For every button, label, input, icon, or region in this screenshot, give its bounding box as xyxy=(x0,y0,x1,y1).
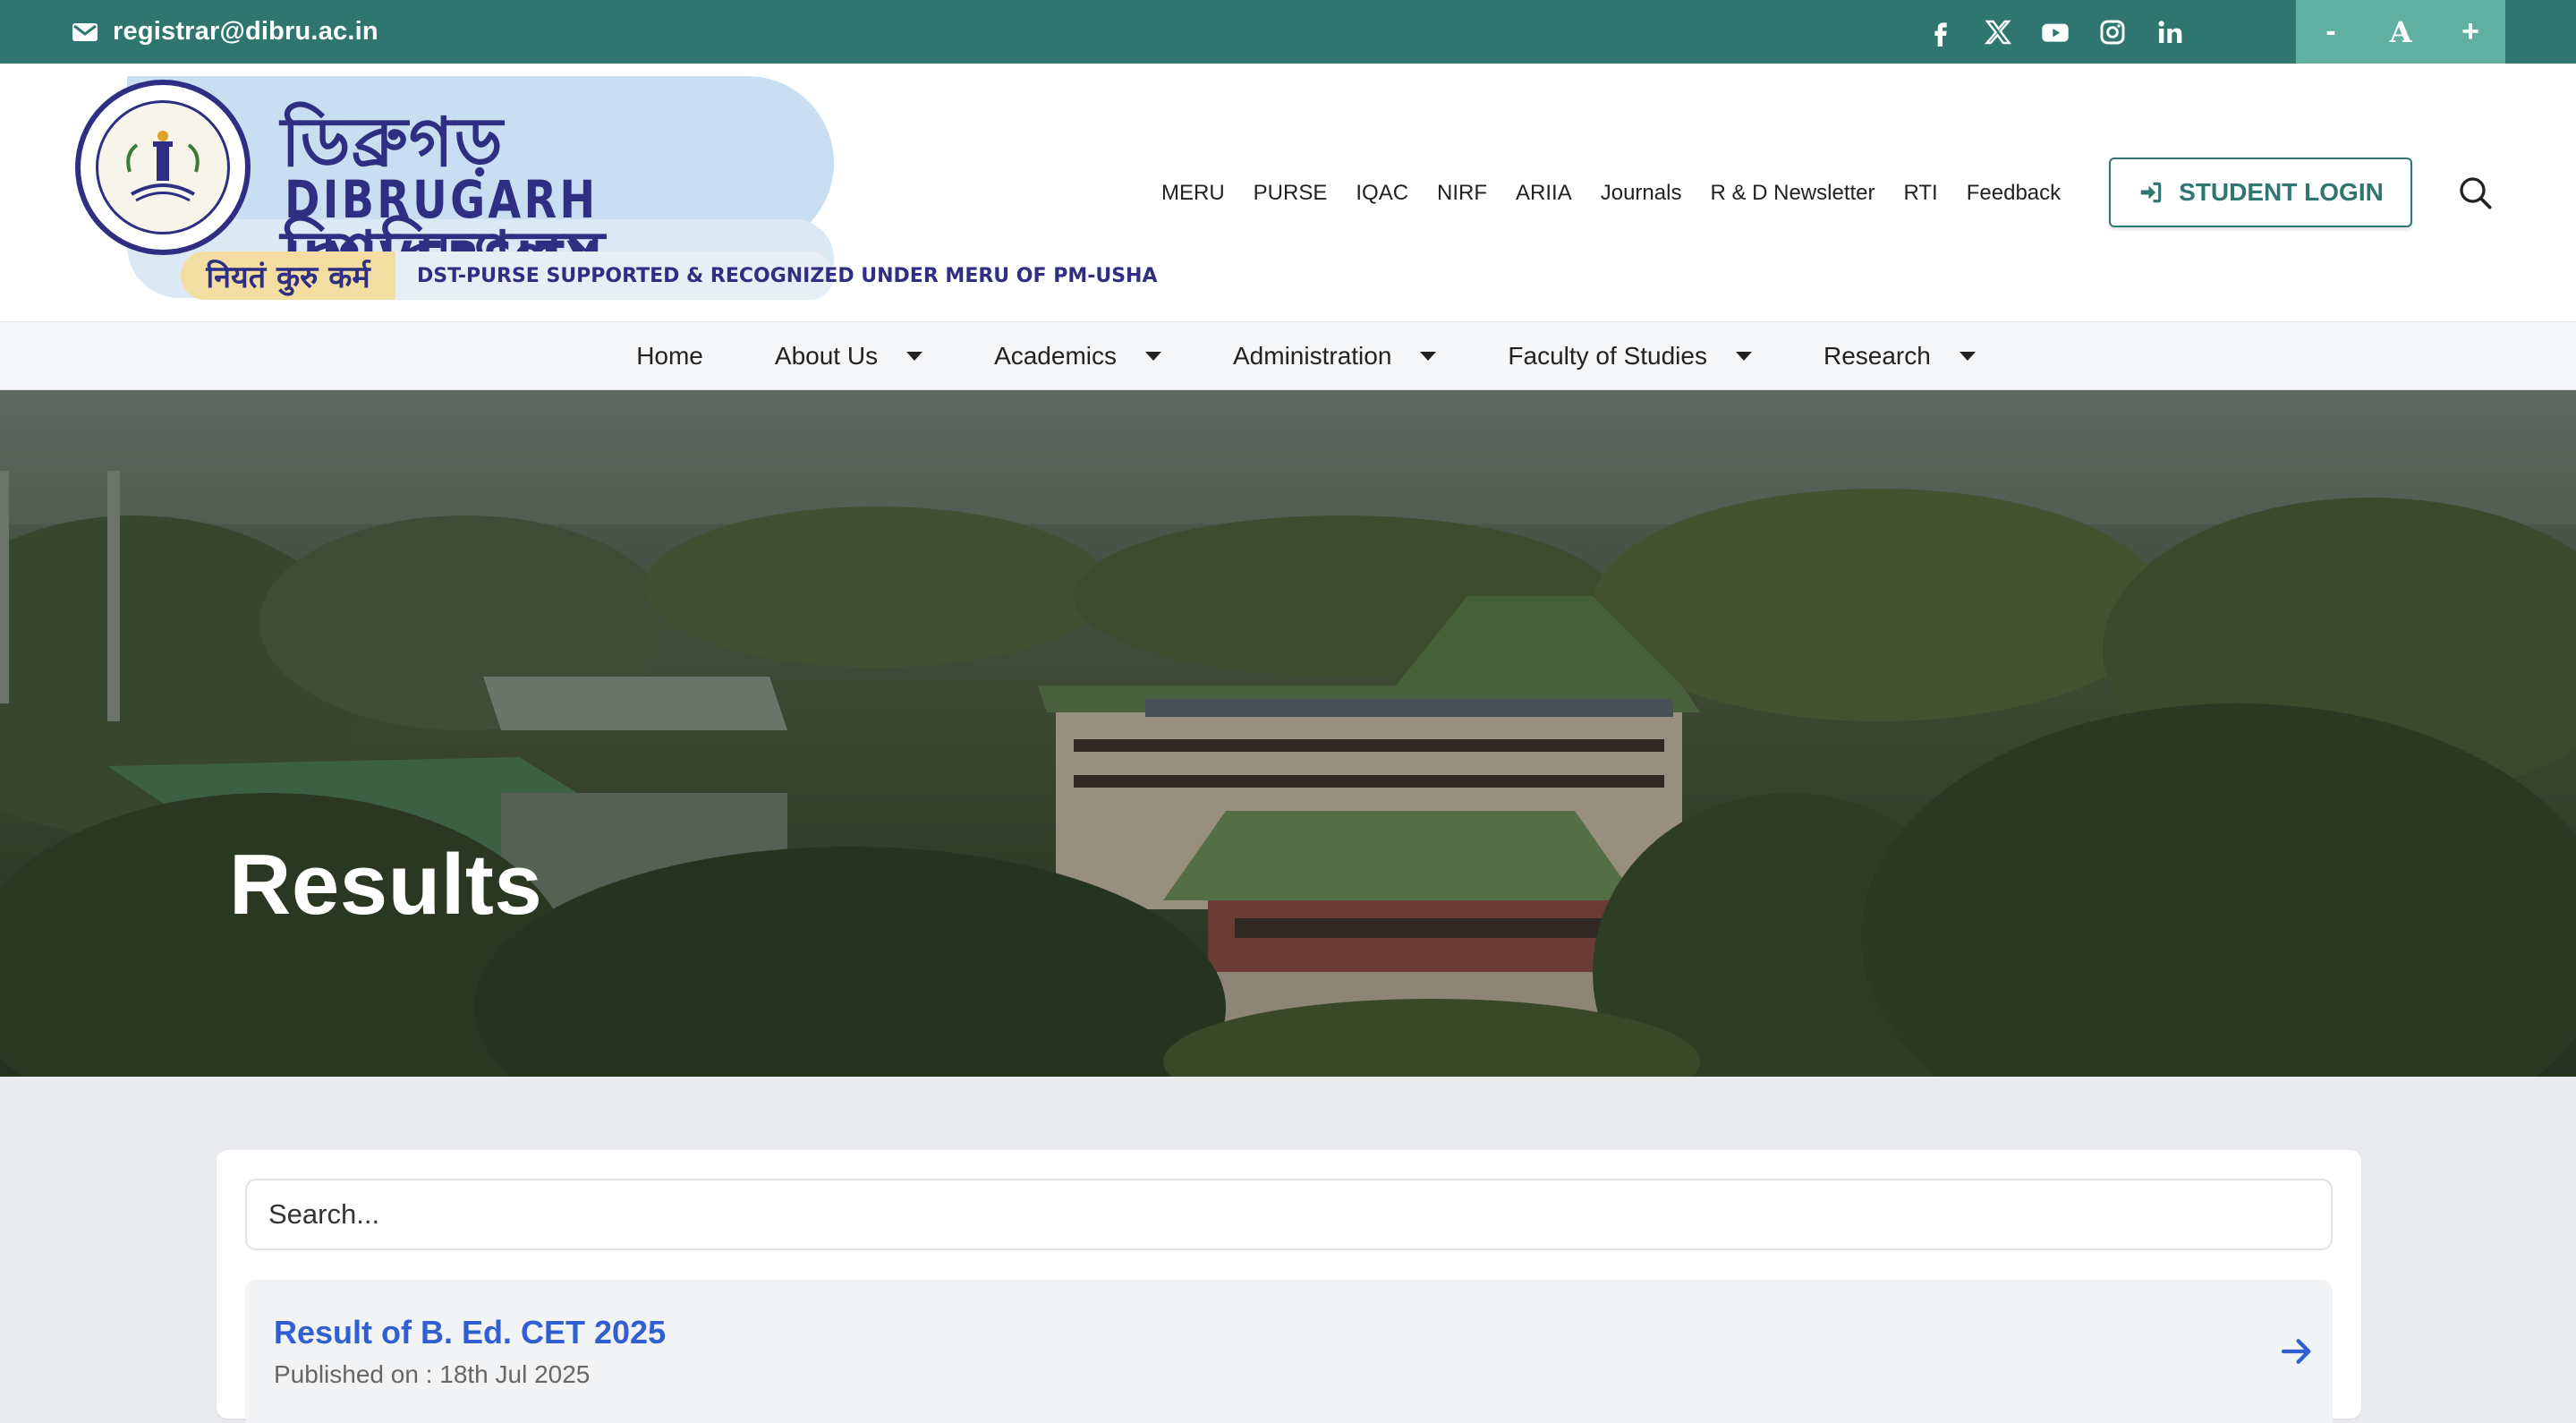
email-contact[interactable]: registrar@dibru.ac.in xyxy=(72,0,378,64)
email-text: registrar@dibru.ac.in xyxy=(113,17,378,46)
nav-administration[interactable]: Administration xyxy=(1233,341,1437,371)
nav-home-label: Home xyxy=(636,341,703,370)
caret-down-icon xyxy=(906,351,923,361)
caret-down-icon xyxy=(1145,351,1161,361)
result-list-item[interactable]: Result of B. Ed. CET 2025 Published on :… xyxy=(245,1280,2333,1423)
facebook-icon[interactable] xyxy=(1924,15,1958,49)
font-decrease-button[interactable]: - xyxy=(2304,14,2358,49)
hero-banner: Results xyxy=(0,390,2576,1077)
result-title[interactable]: Result of B. Ed. CET 2025 xyxy=(274,1314,666,1351)
caret-down-icon xyxy=(1735,351,1752,361)
quicklink-feedback[interactable]: Feedback xyxy=(1967,181,2061,206)
student-login-button[interactable]: STUDENT LOGIN xyxy=(2109,158,2412,227)
caret-down-icon xyxy=(1959,351,1976,361)
results-search-input[interactable] xyxy=(245,1179,2333,1250)
caret-down-icon xyxy=(1420,351,1437,361)
nav-research[interactable]: Research xyxy=(1824,342,1976,371)
nav-faculty-of-studies[interactable]: Faculty of Studies xyxy=(1508,342,1752,371)
quicklink-journals[interactable]: Journals xyxy=(1601,181,1682,206)
main-navigation: Home About Us Academics Administration F… xyxy=(0,322,2576,390)
quicklink-ariia[interactable]: ARIIA xyxy=(1516,181,1572,206)
nav-about-us[interactable]: About Us xyxy=(774,341,923,371)
quicklink-meru[interactable]: MERU xyxy=(1161,181,1225,206)
quicklink-purse[interactable]: PURSE xyxy=(1254,181,1328,206)
x-twitter-icon[interactable] xyxy=(1981,15,2015,49)
nav-home[interactable]: Home xyxy=(636,342,703,371)
quicklink-iqac[interactable]: IQAC xyxy=(1356,181,1408,206)
result-published-date: Published on : 18th Jul 2025 xyxy=(274,1360,591,1388)
youtube-icon[interactable] xyxy=(2038,15,2072,49)
seal-emblem-icon xyxy=(126,131,200,202)
font-increase-button[interactable]: + xyxy=(2444,14,2497,49)
quicklink-nirf[interactable]: NIRF xyxy=(1437,181,1487,206)
site-header: ডিব্রুগড় বিশ্ববিদ্যালয় DIBRUGARH UNIVE… xyxy=(0,64,2576,322)
quicklink-rd-newsletter[interactable]: R & D Newsletter xyxy=(1710,181,1875,206)
nav-academics-label: Academics xyxy=(994,341,1117,370)
linkedin-icon[interactable] xyxy=(2153,15,2187,49)
quick-links: MERU PURSE IQAC NIRF ARIIA Journals R & … xyxy=(1161,64,2089,322)
top-bar: registrar@dibru.ac.in - A + xyxy=(0,0,2576,64)
social-links xyxy=(1924,0,2187,64)
logo-motto: नियतं कुरु कर्म xyxy=(181,251,395,300)
page-title: Results xyxy=(229,837,543,933)
instagram-icon[interactable] xyxy=(2096,15,2130,49)
quicklink-rti[interactable]: RTI xyxy=(1904,181,1938,206)
search-icon[interactable] xyxy=(2453,171,2496,214)
mail-icon xyxy=(72,22,98,41)
nav-research-label: Research xyxy=(1823,341,1931,370)
student-login-label: STUDENT LOGIN xyxy=(2179,178,2384,206)
nav-academics[interactable]: Academics xyxy=(994,342,1161,371)
results-card: Result of B. Ed. CET 2025 Published on :… xyxy=(217,1150,2361,1423)
nav-faculty-label: Faculty of Studies xyxy=(1508,341,1707,370)
font-reset-button[interactable]: A xyxy=(2374,15,2427,49)
university-seal xyxy=(75,80,251,255)
hero-overlay xyxy=(0,390,2576,1077)
sign-in-icon xyxy=(2140,182,2162,203)
font-size-controls: - A + xyxy=(2296,0,2505,64)
university-logo[interactable]: ডিব্রুগড় বিশ্ববিদ্যালয় DIBRUGARH UNIVE… xyxy=(73,76,1158,311)
arrow-right-icon[interactable] xyxy=(2279,1334,2315,1369)
nav-administration-label: Administration xyxy=(1233,341,1392,370)
logo-tagline: DST-PURSE SUPPORTED & RECOGNIZED UNDER M… xyxy=(395,251,1158,300)
nav-about-us-label: About Us xyxy=(774,341,879,370)
